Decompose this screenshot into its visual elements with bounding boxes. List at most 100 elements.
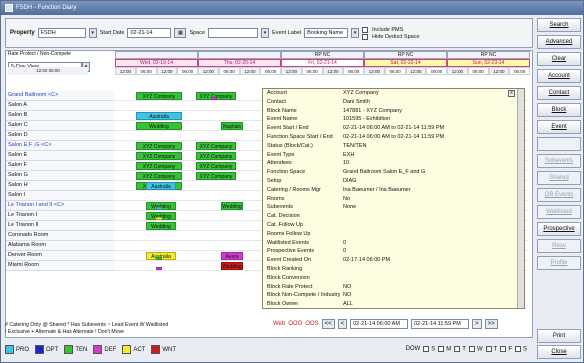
- popup-value: [343, 212, 524, 221]
- space-row[interactable]: Le Trianon II: [6, 221, 114, 231]
- space-row[interactable]: Coronado Room: [6, 231, 114, 241]
- prospective-button[interactable]: Prospective: [537, 222, 581, 236]
- contact-button[interactable]: Contact: [537, 86, 581, 100]
- space-row[interactable]: Salon D: [6, 131, 114, 141]
- dow-checkbox[interactable]: [438, 345, 445, 352]
- nav-last-button[interactable]: >>: [484, 319, 498, 329]
- start-date-field[interactable]: 02-21-14: [127, 28, 172, 38]
- include-pms-checkbox[interactable]: [362, 26, 369, 33]
- dow-checkbox[interactable]: [514, 345, 521, 352]
- event-block[interactable]: XYZ Company: [136, 172, 182, 180]
- dow-checkbox[interactable]: [468, 345, 475, 352]
- dow-day[interactable]: S: [423, 345, 435, 352]
- event-block[interactable]: Wedding: [136, 122, 182, 130]
- event-block[interactable]: XYZ Company: [196, 152, 236, 160]
- day-header[interactable]: Fri, 02-21-14: [281, 59, 364, 67]
- calendar-icon[interactable]: ▦: [174, 28, 187, 38]
- event-block[interactable]: XYZ Company: [136, 162, 182, 170]
- property-field[interactable]: FSDH: [37, 28, 86, 38]
- space-row[interactable]: Salon G: [6, 171, 114, 181]
- event-block[interactable]: XYZ Company: [136, 92, 182, 100]
- dow-day[interactable]: T: [485, 345, 497, 352]
- close-popup-icon[interactable]: x: [508, 90, 515, 97]
- dow-checkbox[interactable]: [423, 345, 430, 352]
- event-block[interactable]: XYZ Company: [196, 172, 236, 180]
- event-block[interactable]: XYZ Company: [136, 142, 182, 150]
- dow-checkbox[interactable]: [500, 345, 507, 352]
- event-button[interactable]: Event: [537, 120, 581, 134]
- nav-to-field[interactable]: 02-21-14 11:59 PM: [411, 319, 470, 329]
- dow-day[interactable]: W: [468, 345, 483, 352]
- popup-key: Event Created On: [267, 257, 312, 264]
- status-code: TEN: [75, 346, 88, 353]
- dow-day[interactable]: T: [454, 345, 466, 352]
- nav-from-field[interactable]: 02-21-14 06:00 AM: [350, 319, 409, 329]
- clear-button[interactable]: Clear: [537, 52, 581, 66]
- nav-first-button[interactable]: <<: [321, 319, 335, 329]
- popup-key: Cat. Follow Up: [267, 221, 304, 228]
- dow-checkbox[interactable]: [485, 345, 492, 352]
- space-row[interactable]: Grand Ballroom <C>: [6, 91, 114, 101]
- advanced-button[interactable]: Advanced: [537, 35, 581, 49]
- space-row[interactable]: Le Trianon I: [6, 211, 114, 221]
- space-row[interactable]: Salon E,F ,G <C>: [6, 141, 114, 151]
- print-button[interactable]: Print: [537, 329, 581, 343]
- hide-deduct-checkbox[interactable]: [362, 33, 369, 40]
- space-row[interactable]: Salon E: [6, 151, 114, 161]
- space-row[interactable]: Salon I: [6, 191, 114, 201]
- dow-checkbox[interactable]: [454, 345, 461, 352]
- event-block[interactable]: Nuptials: [221, 122, 243, 130]
- event-label-lov-button[interactable]: ▾: [351, 28, 360, 38]
- day-rp-flag: RP NC: [364, 51, 447, 59]
- space-row[interactable]: Denver Room: [6, 251, 114, 261]
- day-header[interactable]: Wed, 02-19-14: [115, 59, 198, 67]
- time-header: 12:00: [239, 67, 261, 75]
- space-row[interactable]: Salon H: [6, 181, 114, 191]
- dow-day[interactable]: F: [500, 345, 512, 352]
- space-row[interactable]: Salon C: [6, 121, 114, 131]
- block-button[interactable]: Block: [537, 103, 581, 117]
- dow-day[interactable]: S: [514, 345, 527, 352]
- dow-day[interactable]: M: [438, 345, 451, 352]
- day-rp-flag: [198, 51, 281, 59]
- status-swatch: [64, 344, 74, 354]
- popup-scrollbar[interactable]: [517, 89, 524, 308]
- space-field[interactable]: [208, 28, 259, 38]
- include-pms-label: Include PMS: [372, 26, 404, 33]
- resv-button: Resv: [537, 239, 581, 253]
- status-marker: [156, 207, 162, 210]
- event-label-field[interactable]: Booking Name: [304, 28, 349, 38]
- close-button[interactable]: Close: [537, 345, 581, 359]
- event-block[interactable]: Ausra: [221, 252, 243, 260]
- space-row[interactable]: Alabama Room: [6, 241, 114, 251]
- space-row[interactable]: Salon F: [6, 161, 114, 171]
- popup-key: Attendees: [267, 160, 292, 167]
- status-legend: PRO OPT TEN DEF ACT WNT: [5, 344, 176, 354]
- event-block[interactable]: Australia: [146, 182, 176, 190]
- event-block[interactable]: XYZ Company: [196, 142, 236, 150]
- day-header[interactable]: Thu, 02-20-14: [198, 59, 281, 67]
- nav-prev-button[interactable]: <: [337, 319, 348, 329]
- event-block[interactable]: Wedding: [221, 262, 243, 270]
- account-button[interactable]: Account: [537, 69, 581, 83]
- event-block[interactable]: XYZ Company: [136, 152, 182, 160]
- space-lov-button[interactable]: ▾: [261, 28, 270, 38]
- day-header[interactable]: Sat, 02-22-14: [364, 59, 447, 67]
- popup-key: Block Non-Compete / Industry: [267, 292, 341, 299]
- event-block[interactable]: XYZ Company: [196, 162, 236, 170]
- nav-next-button[interactable]: >: [472, 319, 482, 329]
- day-header[interactable]: Sun, 02-23-14: [447, 59, 530, 67]
- search-button[interactable]: Search: [537, 18, 581, 32]
- dow-filter: DOW S M T W T F S: [406, 345, 527, 352]
- space-row[interactable]: Le Trianon I and II <C>: [6, 201, 114, 211]
- time-header: 06:00: [301, 67, 323, 75]
- popup-key: Account: [267, 90, 287, 96]
- space-row[interactable]: Salon B: [6, 111, 114, 121]
- event-block[interactable]: Wedding: [146, 222, 176, 230]
- rate-protect-label: Rate Protect / Non-Compete: [8, 51, 72, 57]
- event-block[interactable]: Australia: [136, 112, 182, 120]
- space-row[interactable]: Miami Room: [6, 261, 114, 271]
- space-row[interactable]: Salon A: [6, 101, 114, 111]
- property-lov-button[interactable]: ▾: [88, 28, 97, 38]
- event-block[interactable]: Wedding: [221, 202, 243, 210]
